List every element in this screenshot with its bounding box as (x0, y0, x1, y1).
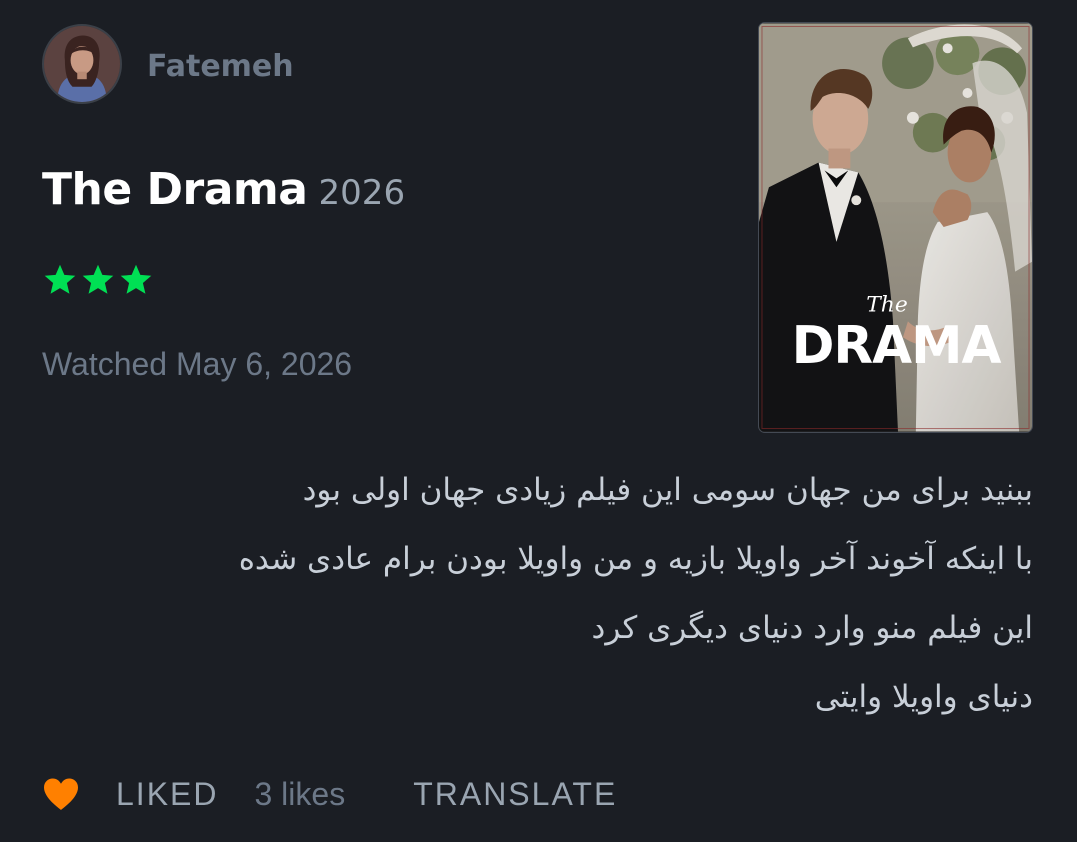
translate-button[interactable]: TRANSLATE (413, 776, 617, 813)
review-line: دنیای واویلا وایتی (814, 679, 1033, 715)
poster-title-large: DRAMA (792, 316, 1002, 376)
avatar-photo (44, 26, 120, 102)
poster-image: The DRAMA (759, 23, 1032, 432)
film-year[interactable]: 2026 (319, 173, 406, 213)
review-line: با اینکه آخوند آخر واویلا بازیه و من واو… (238, 541, 1033, 577)
liked-label[interactable]: LIKED (116, 776, 218, 813)
star-rating (42, 258, 154, 302)
film-heading: The Drama 2026 (42, 160, 405, 229)
star-icon (44, 264, 76, 294)
poster-title-small: The (866, 292, 908, 317)
film-poster[interactable]: The DRAMA (758, 22, 1033, 433)
review-line: ببنید برای من جهان سومی این فیلم زیادی ج… (302, 472, 1033, 508)
likes-count[interactable]: 3 likes (254, 776, 345, 813)
heart-icon[interactable] (42, 777, 80, 811)
star-icon (82, 264, 114, 294)
user-avatar[interactable] (42, 24, 122, 104)
username[interactable]: Fatemeh (147, 46, 294, 88)
review-text: ببنید برای من جهان سومی این فیلم زیادی ج… (133, 456, 1033, 732)
review-actions: LIKED 3 likes TRANSLATE (42, 768, 617, 820)
review-line: این فیلم منو وارد دنیای دیگری کرد (591, 610, 1033, 646)
star-icon (120, 264, 152, 294)
watched-date: Watched May 6, 2026 (42, 346, 353, 382)
film-title[interactable]: The Drama (42, 164, 308, 215)
